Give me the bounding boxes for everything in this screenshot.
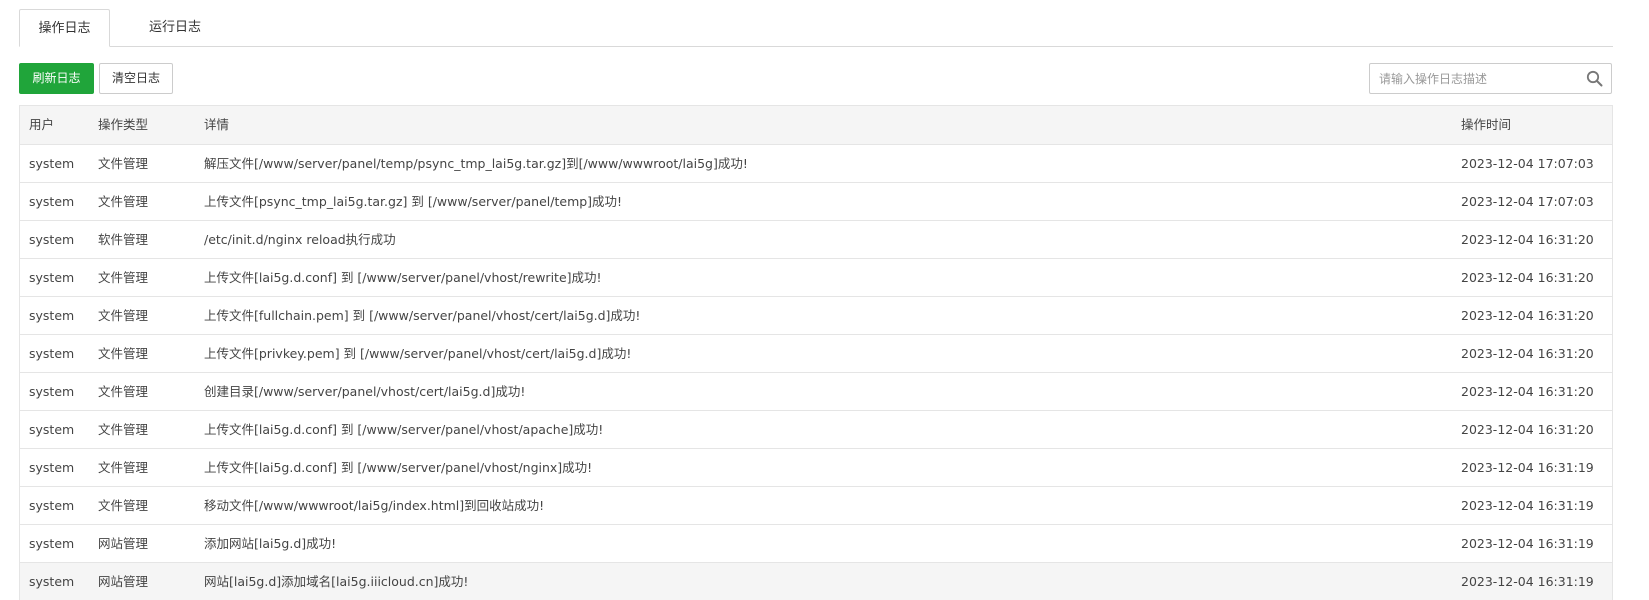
log-table: 用户 操作类型 详情 操作时间 system 文件管理 解压文件[/www/serv… (19, 105, 1613, 600)
cell-user: system (29, 498, 75, 513)
cell-user: system (29, 194, 75, 209)
cell-user: system (29, 156, 75, 171)
cell-type: 网站管理 (98, 536, 149, 551)
cell-time: 2023-12-04 17:07:03 (1461, 194, 1594, 209)
cell-type: 文件管理 (98, 498, 149, 513)
operation-log-page: 操作日志 运行日志 刷新日志 清空日志 用户 操作类型 详情 操作时间 syst… (0, 0, 1649, 600)
cell-detail: 移动文件[/www/wwwroot/lai5g/index.html]到回收站成… (204, 498, 545, 513)
table-row[interactable]: system 文件管理 上传文件[lai5g.d.conf] 到 [/www/ser… (20, 449, 1612, 487)
column-header-type: 操作类型 (98, 117, 149, 132)
cell-user: system (29, 346, 75, 361)
cell-detail: 网站[lai5g.d]添加域名[lai5g.iiicloud.cn]成功! (204, 574, 469, 589)
log-tabs: 操作日志 运行日志 (19, 9, 1613, 47)
cell-user: system (29, 384, 75, 399)
table-row[interactable]: system 文件管理 上传文件[lai5g.d.conf] 到 [/www/ser… (20, 259, 1612, 297)
search-input[interactable] (1370, 64, 1575, 93)
cell-detail: 上传文件[lai5g.d.conf] 到 [/www/server/panel/… (204, 422, 604, 437)
column-header-time: 操作时间 (1461, 117, 1512, 132)
cell-time: 2023-12-04 16:31:20 (1461, 308, 1594, 323)
cell-time: 2023-12-04 16:31:19 (1461, 574, 1594, 589)
cell-type: 文件管理 (98, 156, 149, 171)
table-row[interactable]: system 文件管理 移动文件[/www/wwwroot/lai5g/index.… (20, 487, 1612, 525)
cell-type: 文件管理 (98, 308, 149, 323)
cell-user: system (29, 574, 75, 589)
cell-user: system (29, 232, 75, 247)
cell-time: 2023-12-04 16:31:19 (1461, 536, 1594, 551)
refresh-log-button[interactable]: 刷新日志 (19, 63, 94, 94)
cell-detail: 添加网站[lai5g.d]成功! (204, 536, 337, 551)
cell-time: 2023-12-04 16:31:20 (1461, 422, 1594, 437)
cell-user: system (29, 422, 75, 437)
cell-type: 软件管理 (98, 232, 149, 247)
cell-user: system (29, 536, 75, 551)
table-row[interactable]: system 文件管理 上传文件[lai5g.d.conf] 到 [/www/ser… (20, 411, 1612, 449)
cell-type: 网站管理 (98, 574, 149, 589)
cell-detail: 解压文件[/www/server/panel/temp/psync_tmp_la… (204, 156, 748, 171)
cell-time: 2023-12-04 16:31:20 (1461, 346, 1594, 361)
tab-operation-log[interactable]: 操作日志 (19, 9, 110, 47)
tab-run-log[interactable]: 运行日志 (116, 9, 234, 46)
cell-detail: 上传文件[lai5g.d.conf] 到 [/www/server/panel/… (204, 270, 602, 285)
table-row[interactable]: system 文件管理 上传文件[psync_tmp_lai5g.tar.gz] 到… (20, 183, 1612, 221)
cell-time: 2023-12-04 16:31:20 (1461, 384, 1594, 399)
cell-type: 文件管理 (98, 460, 149, 475)
cell-type: 文件管理 (98, 194, 149, 209)
cell-detail: 上传文件[lai5g.d.conf] 到 [/www/server/panel/… (204, 460, 593, 475)
table-row[interactable]: system 文件管理 上传文件[privkey.pem] 到 [/www/serv… (20, 335, 1612, 373)
table-row[interactable]: system 文件管理 解压文件[/www/server/panel/temp/ps… (20, 145, 1612, 183)
cell-type: 文件管理 (98, 346, 149, 361)
cell-type: 文件管理 (98, 422, 149, 437)
cell-detail: 上传文件[psync_tmp_lai5g.tar.gz] 到 [/www/ser… (204, 194, 623, 209)
cell-type: 文件管理 (98, 384, 149, 399)
table-row[interactable]: system 文件管理 创建目录[/www/server/panel/vhost/c… (20, 373, 1612, 411)
cell-detail: 上传文件[privkey.pem] 到 [/www/server/panel/v… (204, 346, 632, 361)
cell-time: 2023-12-04 17:07:03 (1461, 156, 1594, 171)
column-header-user: 用户 (29, 117, 55, 132)
search-box (1369, 63, 1612, 94)
cell-detail: 创建目录[/www/server/panel/vhost/cert/lai5g.… (204, 384, 526, 399)
table-row[interactable]: system 软件管理/etc/init.d/nginx reload执行成功 20… (20, 221, 1612, 259)
cell-user: system (29, 270, 75, 285)
cell-time: 2023-12-04 16:31:20 (1461, 232, 1594, 247)
cell-type: 文件管理 (98, 270, 149, 285)
table-row[interactable]: system 网站管理 添加网站[lai5g.d]成功! 2023-12-04 16:… (20, 525, 1612, 563)
table-header: 用户 操作类型 详情 操作时间 (20, 106, 1612, 145)
clear-log-button[interactable]: 清空日志 (99, 63, 173, 94)
table-row[interactable]: system 网站管理 网站[lai5g.d]添加域名[lai5g.iiicloud… (20, 563, 1612, 600)
cell-time: 2023-12-04 16:31:19 (1461, 460, 1594, 475)
cell-time: 2023-12-04 16:31:19 (1461, 498, 1594, 513)
cell-detail: 上传文件[fullchain.pem] 到 [/www/server/panel… (204, 308, 641, 323)
cell-user: system (29, 308, 75, 323)
search-icon[interactable] (1586, 70, 1603, 87)
cell-user: system (29, 460, 75, 475)
column-header-detail: 详情 (204, 117, 230, 132)
cell-detail: /etc/init.d/nginx reload执行成功 (204, 232, 396, 247)
table-row[interactable]: system 文件管理 上传文件[fullchain.pem] 到 [/www/se… (20, 297, 1612, 335)
table-body: system 文件管理 解压文件[/www/server/panel/temp/ps… (20, 145, 1612, 600)
cell-time: 2023-12-04 16:31:20 (1461, 270, 1594, 285)
